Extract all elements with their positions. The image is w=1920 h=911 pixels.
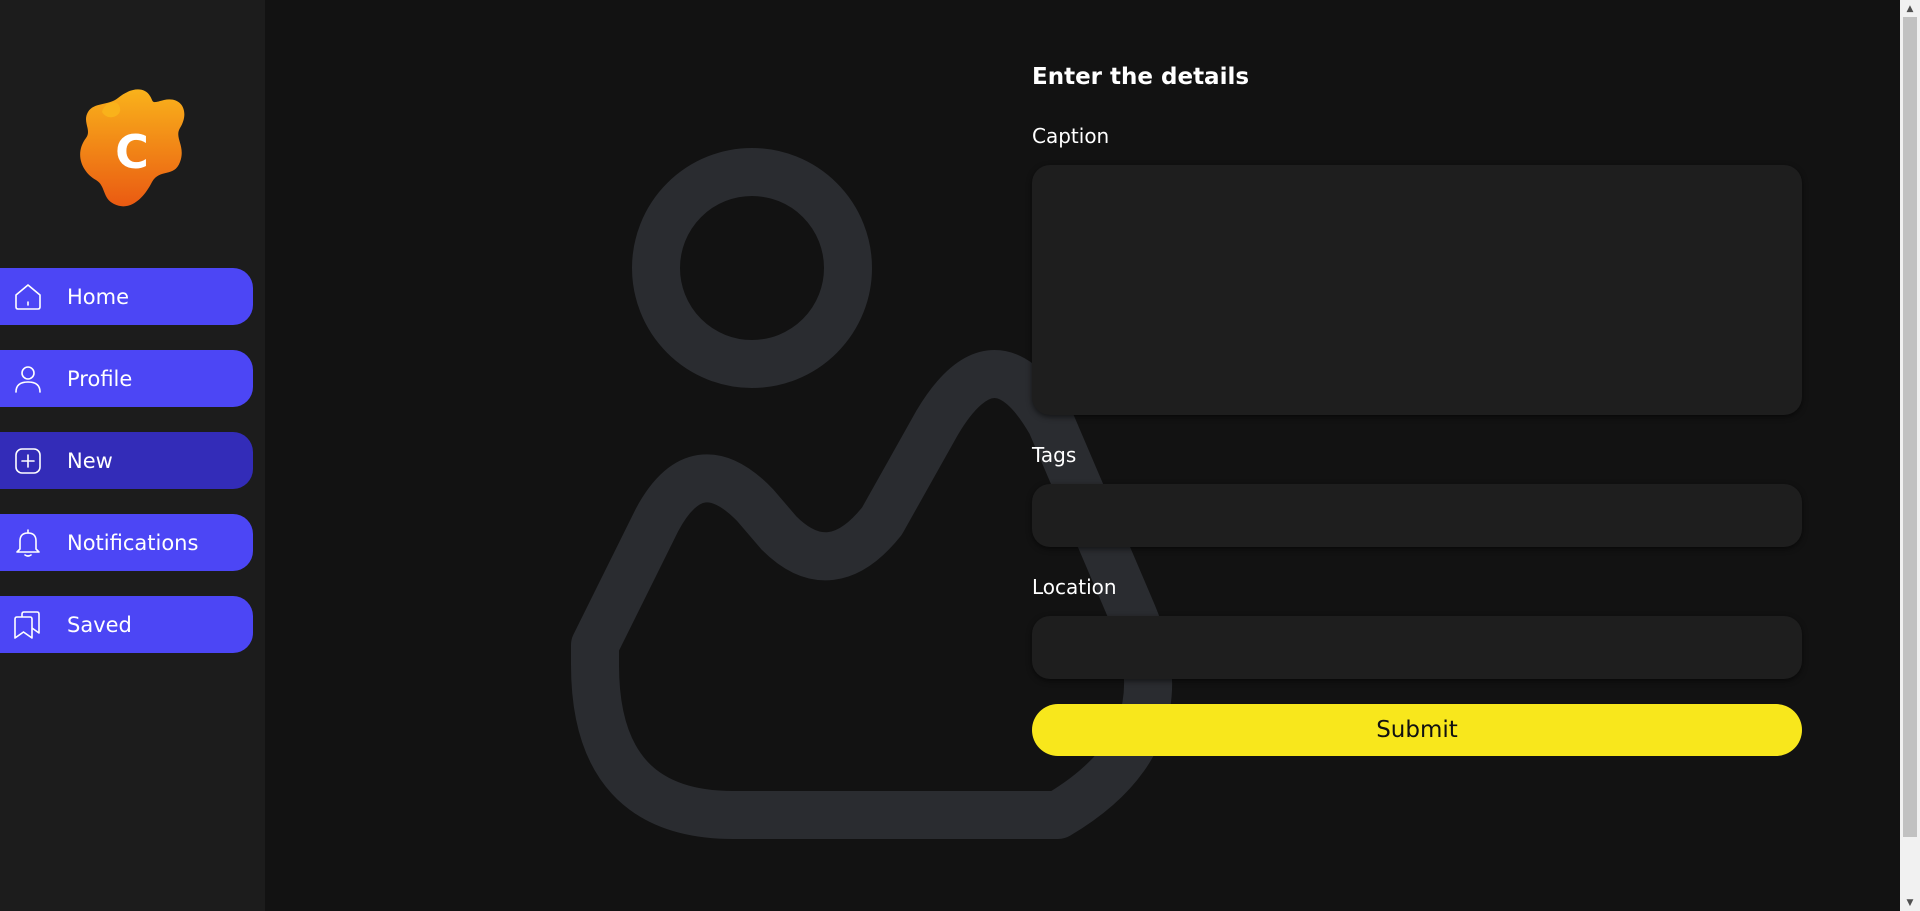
app-logo[interactable]: C bbox=[78, 88, 188, 210]
vertical-scrollbar[interactable]: ▲ ▼ bbox=[1900, 0, 1920, 911]
scroll-down-arrow-icon[interactable]: ▼ bbox=[1900, 894, 1920, 911]
tags-input[interactable] bbox=[1032, 484, 1802, 547]
app-root: C Home Profile New Notifications Saved E… bbox=[0, 0, 1920, 911]
nav-item-label: Profile bbox=[67, 366, 133, 391]
home-icon bbox=[13, 282, 43, 312]
nav-item-label: New bbox=[67, 448, 113, 473]
nav-item-label: Saved bbox=[67, 612, 132, 637]
caption-label: Caption bbox=[1032, 124, 1110, 148]
form-title: Enter the details bbox=[1032, 64, 1250, 90]
nav-item-notifications[interactable]: Notifications bbox=[0, 514, 253, 571]
plus-square-icon bbox=[13, 446, 43, 476]
submit-button[interactable]: Submit bbox=[1032, 704, 1802, 756]
nav-item-saved[interactable]: Saved bbox=[0, 596, 253, 653]
bookmarks-icon bbox=[13, 610, 43, 640]
user-icon bbox=[13, 364, 43, 394]
nav-item-new[interactable]: New bbox=[0, 432, 253, 489]
tags-label: Tags bbox=[1032, 443, 1077, 467]
logo-letter: C bbox=[115, 125, 149, 179]
scroll-up-arrow-icon[interactable]: ▲ bbox=[1900, 0, 1920, 17]
sidebar: C Home Profile New Notifications Saved bbox=[0, 0, 265, 911]
caption-textarea[interactable] bbox=[1032, 165, 1802, 415]
scrollbar-thumb[interactable] bbox=[1903, 17, 1917, 837]
nav-item-label: Home bbox=[67, 284, 130, 309]
bell-icon bbox=[13, 528, 43, 558]
nav-item-home[interactable]: Home bbox=[0, 268, 253, 325]
location-input[interactable] bbox=[1032, 616, 1802, 679]
location-label: Location bbox=[1032, 575, 1117, 599]
logo-blob-icon: C bbox=[80, 89, 185, 207]
nav-item-label: Notifications bbox=[67, 530, 199, 555]
nav-item-profile[interactable]: Profile bbox=[0, 350, 253, 407]
